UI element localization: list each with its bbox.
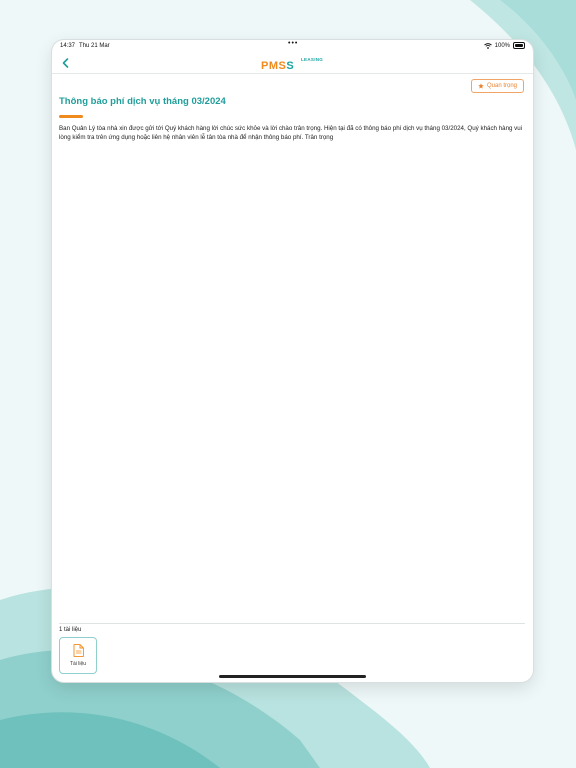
- badge-label: Quan trọng: [486, 83, 518, 89]
- tablet-screen: 14:37 Thu 21 Mar ••• 100% PMSS LEASING Q…: [52, 40, 533, 682]
- status-right: 100%: [483, 42, 525, 49]
- status-time: 14:37: [60, 43, 76, 49]
- notice-body: Ban Quản Lý tòa nhà xin được gửi tới Quý…: [59, 125, 523, 141]
- divider: [59, 623, 525, 624]
- important-badge[interactable]: Quan trọng: [471, 79, 524, 93]
- pmss-logo: PMSS LEASING: [261, 56, 323, 72]
- wifi-icon: [483, 42, 492, 49]
- logo-text-accent: S: [286, 60, 295, 72]
- attachment-label: Tài liệu: [69, 661, 87, 667]
- navigation-bar: PMSS LEASING: [52, 53, 533, 74]
- attachment-card[interactable]: Tài liệu: [59, 637, 97, 674]
- home-indicator: [219, 675, 366, 678]
- star-icon: [478, 83, 484, 89]
- status-date: Thu 21 Mar: [79, 43, 110, 49]
- battery-icon: [513, 42, 525, 49]
- title-underline: [59, 115, 83, 118]
- battery-percent: 100%: [494, 42, 510, 49]
- attachment-count: 1 tài liệu: [59, 627, 82, 633]
- notice-title: Thông báo phí dịch vụ tháng 03/2024: [59, 96, 226, 107]
- logo-subtitle: LEASING: [301, 57, 324, 62]
- status-bar: 14:37 Thu 21 Mar ••• 100%: [52, 40, 533, 52]
- document-icon: [73, 644, 84, 657]
- logo-text: PMS: [261, 60, 287, 72]
- chevron-left-icon[interactable]: [59, 56, 73, 70]
- multitasking-dots[interactable]: •••: [288, 40, 298, 47]
